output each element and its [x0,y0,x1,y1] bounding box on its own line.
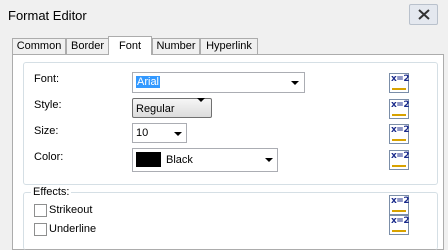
strikeout-checkbox[interactable] [34,204,47,217]
expression-icon: x=2 [391,216,410,226]
size-expression-button[interactable]: x=2 [389,124,410,144]
style-value: Regular [136,103,175,115]
size-combo[interactable]: 10 [132,123,187,143]
color-label: Color: [34,151,64,163]
chevron-down-icon [174,132,182,136]
font-combo[interactable]: Arial [132,72,305,93]
style-dropdown[interactable]: Regular [132,98,212,118]
expression-icon: x=2 [391,74,410,84]
title-bar: Format Editor [0,0,448,31]
tab-hyperlink[interactable]: Hyperlink [200,38,258,54]
font-label: Font: [34,73,60,85]
window-title: Format Editor [8,8,87,23]
tab-common[interactable]: Common [12,38,66,54]
font-value: Arial [136,76,161,88]
strikeout-expression-button[interactable]: x=2 [389,195,410,215]
color-value: Black [166,154,193,166]
size-label: Size: [34,125,59,137]
chevron-down-icon [291,81,299,85]
effects-group: Effects: Strikeout Underline [23,186,438,250]
chevron-down-icon [197,98,205,102]
font-expression-button[interactable]: x=2 [389,73,410,93]
size-value: 10 [136,127,149,139]
style-expression-button[interactable]: x=2 [389,99,410,119]
expression-icon: x=2 [391,151,410,161]
color-swatch [136,152,161,167]
style-label: Style: [34,99,62,111]
color-expression-button[interactable]: x=2 [389,150,410,170]
close-button[interactable] [409,4,438,25]
expression-icon: x=2 [391,125,410,135]
close-icon [418,9,430,20]
expression-icon: x=2 [391,196,410,206]
underline-expression-button[interactable]: x=2 [389,215,410,235]
tab-border[interactable]: Border [66,38,109,54]
strikeout-label: Strikeout [49,204,93,216]
tab-panel-font: Font: Arial Style: Regular Size: 10 Colo… [12,54,444,250]
underline-label: Underline [49,223,97,235]
color-combo[interactable]: Black [132,148,278,172]
tab-font[interactable]: Font [108,36,152,55]
expression-icon: x=2 [391,100,410,110]
underline-checkbox[interactable] [34,223,47,236]
font-group: Font: Arial Style: Regular Size: 10 Colo… [23,62,438,185]
tab-number[interactable]: Number [152,38,200,54]
chevron-down-icon [265,158,273,162]
effects-label: Effects: [31,186,72,198]
